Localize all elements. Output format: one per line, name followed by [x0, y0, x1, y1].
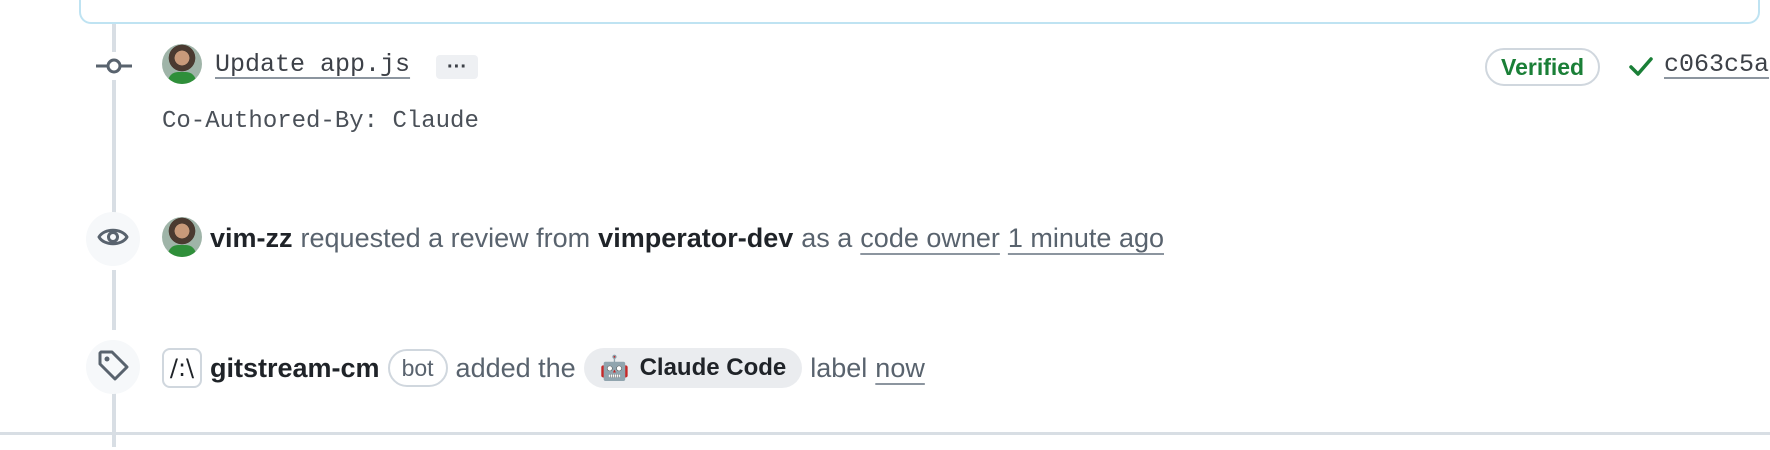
- timestamp-link[interactable]: now: [875, 353, 925, 384]
- label-name: Claude Code: [639, 354, 787, 381]
- event-text: label: [810, 352, 868, 383]
- commit-title-link[interactable]: Update app.js: [215, 50, 410, 79]
- commit-icon: [96, 52, 132, 80]
- label-chip-claude-code[interactable]: 🤖 Claude Code: [583, 348, 803, 388]
- review-request-event: vim-zz requested a review from vimperato…: [210, 218, 1164, 258]
- bot-avatar[interactable]: /:\: [162, 348, 202, 388]
- commit-message-body: Co-Authored-By: Claude: [162, 108, 479, 135]
- avatar[interactable]: [162, 44, 202, 84]
- label-added-event: gitstream-cm bot added the 🤖 Claude Code…: [210, 346, 925, 390]
- event-text: as a: [801, 222, 853, 253]
- verified-badge[interactable]: Verified: [1485, 48, 1601, 86]
- expand-commit-button[interactable]: ···: [436, 55, 478, 79]
- actor-link[interactable]: gitstream-cm: [210, 353, 380, 384]
- event-text: requested a review from: [300, 222, 591, 253]
- review-event-badge: [86, 212, 140, 266]
- timeline-line: [112, 385, 116, 447]
- bot-badge: bot: [387, 349, 448, 387]
- code-owner-link[interactable]: code owner: [860, 223, 1000, 254]
- label-event-badge: [86, 340, 140, 394]
- event-text: added the: [455, 352, 576, 383]
- reviewer-link[interactable]: vimperator-dev: [598, 223, 793, 254]
- commit-sha-link[interactable]: c063c5a: [1664, 50, 1769, 79]
- avatar[interactable]: [162, 217, 202, 257]
- eye-icon: [96, 220, 130, 259]
- actor-link[interactable]: vim-zz: [210, 223, 293, 254]
- tag-icon: [96, 348, 130, 387]
- check-icon[interactable]: [1626, 52, 1656, 82]
- robot-icon: 🤖: [599, 354, 630, 382]
- previous-comment-box: [79, 0, 1760, 24]
- timestamp-link[interactable]: 1 minute ago: [1008, 223, 1164, 254]
- timeline-divider: [0, 432, 1770, 435]
- timeline-line: [112, 270, 116, 330]
- verified-label: Verified: [1501, 53, 1585, 80]
